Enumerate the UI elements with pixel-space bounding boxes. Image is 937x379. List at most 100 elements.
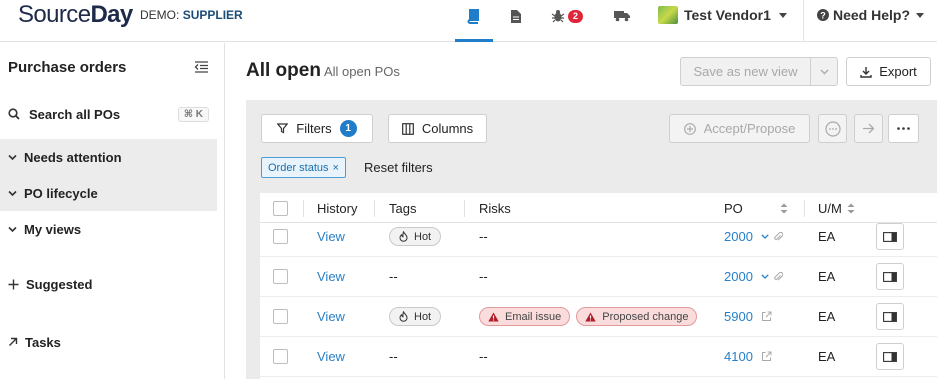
sidebar-item-label: Suggested <box>26 276 93 292</box>
question-circle-icon: ? <box>817 9 829 21</box>
po-cell: 2000 <box>724 217 783 256</box>
row-checkbox[interactable] <box>273 269 288 284</box>
po-table: History Tags Risks PO U/M View Hot -- 20… <box>260 193 937 379</box>
select-all-checkbox[interactable] <box>273 201 288 216</box>
sidebar: Purchase orders Search all POs ⌘ K Needs… <box>0 43 225 379</box>
plus-circle-icon <box>683 122 696 135</box>
external-link-icon[interactable] <box>761 311 772 322</box>
row-detail-button[interactable] <box>876 263 904 290</box>
tag-hot[interactable]: Hot <box>389 307 442 326</box>
filter-chip-order-status[interactable]: Order status × <box>261 157 346 178</box>
comment-icon <box>824 120 841 137</box>
top-bar: SourceDay DEMO: SUPPLIER 2 Test Vendor1 … <box>0 0 937 42</box>
external-link-icon[interactable] <box>761 351 772 362</box>
tag-hot[interactable]: Hot <box>389 227 442 246</box>
po-extra-icons <box>761 311 772 322</box>
po-extra-icons <box>761 231 783 242</box>
table-row[interactable]: View Hot -- 2000 EA <box>260 217 937 257</box>
arrow-right-icon <box>863 123 875 134</box>
row-checkbox[interactable] <box>273 309 288 324</box>
sidebar-item-po-lifecycle[interactable]: PO lifecycle <box>8 183 98 203</box>
row-checkbox[interactable] <box>273 349 288 364</box>
tags-cell: -- <box>389 349 398 364</box>
search-all-pos[interactable]: Search all POs ⌘ K <box>8 105 209 123</box>
table-row[interactable]: View -- -- 4100 EA <box>260 337 937 377</box>
paperclip-icon[interactable] <box>774 271 783 282</box>
export-button[interactable]: Export <box>846 57 931 86</box>
flame-icon <box>399 231 408 242</box>
save-view-split-button: Save as new view <box>680 57 838 86</box>
tags-cell: Hot <box>389 217 442 256</box>
chevron-down-icon[interactable] <box>761 234 769 239</box>
download-icon <box>860 66 872 78</box>
header-divider <box>803 0 804 42</box>
row-checkbox[interactable] <box>273 229 288 244</box>
table-row[interactable]: View -- -- 2000 EA <box>260 257 937 297</box>
po-cell: 2000 <box>724 257 783 296</box>
bug-icon[interactable]: 2 <box>551 8 584 24</box>
reset-filters-link[interactable]: Reset filters <box>364 160 433 175</box>
columns-button[interactable]: Columns <box>388 114 487 143</box>
risks-cell: -- <box>479 269 488 284</box>
bug-count-badge: 2 <box>568 9 584 23</box>
history-view-link[interactable]: View <box>317 257 345 296</box>
warning-icon <box>585 312 596 321</box>
sidebar-item-my-views[interactable]: My views <box>8 219 81 239</box>
po-number-link[interactable]: 2000 <box>724 269 753 284</box>
po-number-link[interactable]: 4100 <box>724 349 753 364</box>
truck-icon[interactable] <box>614 8 630 24</box>
accept-propose-label: Accept/Propose <box>703 121 796 136</box>
side-panel-icon <box>883 231 897 242</box>
side-panel-icon <box>883 271 897 282</box>
risk-badge-email-issue[interactable]: Email issue <box>479 307 571 326</box>
side-panel-icon <box>883 351 897 362</box>
search-shortcut: ⌘ K <box>177 106 209 122</box>
po-number-link[interactable]: 5900 <box>724 309 753 324</box>
book-icon[interactable] <box>466 8 480 24</box>
table-row[interactable]: View Hot Email issue Proposed change 590… <box>260 297 937 337</box>
chevron-down-icon[interactable] <box>761 274 769 279</box>
history-view-link[interactable]: View <box>317 217 345 256</box>
page-title: All open <box>246 60 321 81</box>
chip-label: Order status <box>268 161 329 174</box>
help-menu[interactable]: ? Need Help? <box>817 6 925 24</box>
row-detail-button[interactable] <box>876 303 904 330</box>
collapse-sidebar-icon[interactable] <box>194 61 209 76</box>
sidebar-title: Purchase orders <box>8 59 127 76</box>
po-extra-icons <box>761 271 783 282</box>
comment-button[interactable] <box>818 114 847 143</box>
row-detail-button[interactable] <box>876 223 904 250</box>
sidebar-item-tasks[interactable]: Tasks <box>8 332 61 352</box>
po-extra-icons <box>761 351 772 362</box>
column-separator <box>303 200 304 217</box>
sort-icon[interactable] <box>847 203 855 214</box>
chevron-down-icon <box>916 12 925 18</box>
vendor-menu[interactable]: Test Vendor1 <box>658 6 787 24</box>
close-icon[interactable]: × <box>333 162 339 174</box>
document-icon[interactable] <box>510 8 522 24</box>
history-view-link[interactable]: View <box>317 297 345 336</box>
chevron-down-icon <box>8 190 17 196</box>
accept-propose-button[interactable]: Accept/Propose <box>669 114 810 143</box>
more-actions-button[interactable] <box>888 114 919 143</box>
column-separator <box>804 200 805 217</box>
sidebar-item-needs-attention[interactable]: Needs attention <box>8 147 122 167</box>
save-view-dropdown[interactable] <box>811 58 837 85</box>
vendor-name: Test Vendor1 <box>684 7 771 23</box>
sort-icon[interactable] <box>780 203 788 214</box>
save-as-new-view-button[interactable]: Save as new view <box>681 58 811 85</box>
po-number-link[interactable]: 2000 <box>724 229 753 244</box>
forward-button[interactable] <box>854 114 883 143</box>
paperclip-icon[interactable] <box>774 231 783 242</box>
chevron-down-icon <box>820 69 828 74</box>
row-detail-button[interactable] <box>876 343 904 370</box>
search-icon <box>8 108 20 120</box>
filters-button[interactable]: Filters 1 <box>261 114 373 143</box>
sidebar-item-suggested[interactable]: Suggested <box>8 274 92 294</box>
risk-badge-proposed-change[interactable]: Proposed change <box>576 307 698 326</box>
sidebar-item-label: PO lifecycle <box>24 185 98 201</box>
sourceday-logo[interactable]: SourceDay <box>18 1 133 29</box>
history-view-link[interactable]: View <box>317 337 345 376</box>
vendor-avatar <box>658 6 678 24</box>
flame-icon <box>399 311 408 322</box>
